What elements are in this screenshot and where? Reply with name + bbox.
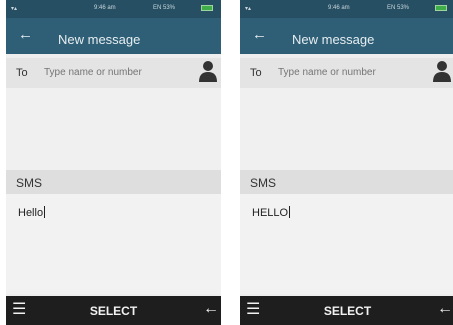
status-network: EN 53% — [387, 5, 410, 11]
text-cursor — [44, 206, 46, 218]
signal-icon: ▾▴ — [245, 6, 252, 12]
sms-label: SMS — [16, 176, 43, 190]
select-softkey[interactable]: SELECT — [240, 304, 453, 318]
sms-header: SMS — [240, 170, 453, 194]
message-text: HELLO — [252, 206, 291, 219]
phone-screen-2: ▾▴ 9:46 am EN 53% ← New message To SMS H… — [240, 0, 453, 325]
recipient-list-area — [240, 88, 453, 170]
backspace-icon[interactable]: ← — [437, 301, 453, 317]
status-time: 9:46 am — [94, 5, 116, 11]
message-body[interactable]: HELLO — [240, 194, 453, 294]
back-arrow-icon[interactable]: ← — [18, 27, 33, 42]
softkey-bar: ☰ SELECT ← — [240, 296, 453, 325]
contact-person-icon[interactable] — [197, 58, 219, 86]
sms-header: SMS — [6, 170, 221, 194]
signal-icon: ▾▴ — [11, 6, 18, 12]
contact-person-icon[interactable] — [431, 58, 453, 86]
recipient-row: To — [240, 58, 453, 88]
status-network: EN 53% — [153, 5, 176, 11]
battery-icon — [435, 5, 447, 11]
backspace-icon[interactable]: ← — [203, 301, 219, 317]
sms-label: SMS — [250, 176, 277, 190]
status-bar: ▾▴ 9:46 am EN 53% — [240, 0, 453, 18]
app-bar: ← New message — [6, 18, 221, 54]
page-title: New message — [58, 32, 141, 47]
battery-icon — [201, 5, 213, 11]
to-label: To — [250, 67, 262, 79]
message-body[interactable]: Hello — [6, 194, 221, 294]
softkey-bar: ☰ SELECT ← — [6, 296, 221, 325]
text-cursor — [289, 206, 291, 218]
status-bar: ▾▴ 9:46 am EN 53% — [6, 0, 221, 18]
recipient-input[interactable] — [278, 67, 418, 78]
message-text-value: Hello — [18, 207, 44, 219]
recipient-list-area — [6, 88, 221, 170]
recipient-input[interactable] — [44, 67, 184, 78]
page-title: New message — [292, 32, 375, 47]
to-label: To — [16, 67, 28, 79]
phone-screen-1: ▾▴ 9:46 am EN 53% ← New message To SMS H… — [6, 0, 221, 325]
back-arrow-icon[interactable]: ← — [252, 27, 267, 42]
select-softkey[interactable]: SELECT — [6, 304, 221, 318]
recipient-row: To — [6, 58, 221, 88]
message-text-value: HELLO — [252, 207, 289, 219]
status-time: 9:46 am — [328, 5, 350, 11]
message-text: Hello — [18, 206, 46, 219]
app-bar: ← New message — [240, 18, 453, 54]
